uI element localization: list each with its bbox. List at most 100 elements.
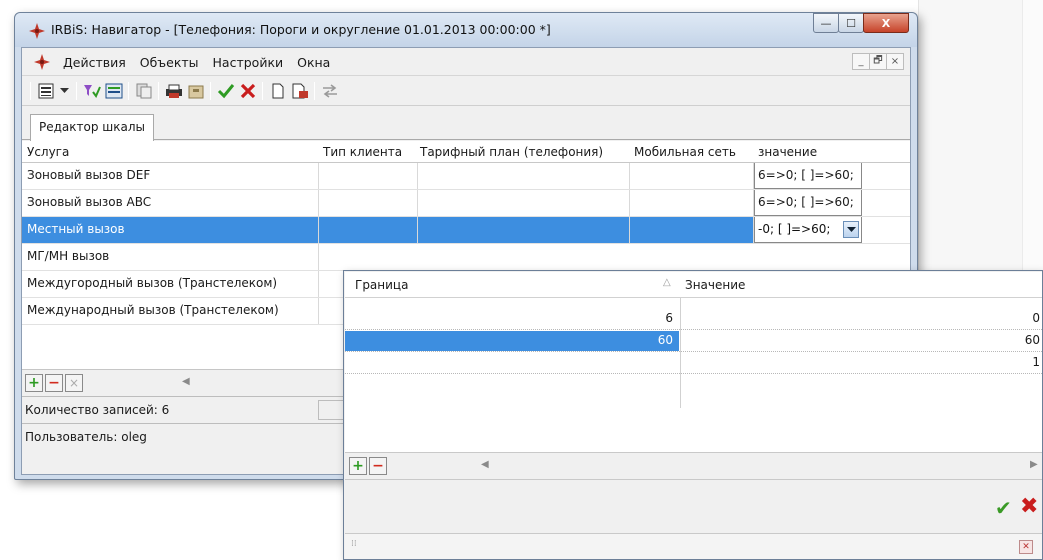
limit-cell[interactable]: 60 [345, 331, 679, 351]
clear-button[interactable]: × [65, 374, 83, 392]
close-button[interactable]: X [863, 13, 909, 33]
print-icon[interactable] [164, 81, 184, 101]
menu-settings[interactable]: Настройки [206, 55, 291, 70]
value-cell[interactable]: 0 [681, 309, 1042, 329]
column-header-value[interactable]: Значение [685, 278, 745, 292]
records-count: Количество записей: 6 [25, 403, 170, 417]
window-title: IRBiS: Навигатор - [Телефония: Пороги и … [51, 22, 551, 37]
cancel-icon[interactable]: ✖ [1020, 494, 1038, 519]
menu-actions[interactable]: Действия [56, 55, 133, 70]
copy-icon[interactable] [134, 81, 154, 101]
service-cell[interactable]: МГ/МН вызов [22, 244, 319, 270]
table-row[interactable]: 1 [345, 353, 1042, 374]
mobile-network-cell[interactable] [630, 190, 754, 216]
value-cell[interactable]: 60 [681, 331, 1042, 351]
apply-icon[interactable] [216, 81, 236, 101]
tab-scale-editor[interactable]: Редактор шкалы [30, 114, 155, 141]
swap-icon[interactable] [320, 81, 340, 101]
resize-grip-icon[interactable]: ⁞⁞ [351, 539, 357, 549]
table-row[interactable]: Зоновый вызов ABC 6=>0; [ ]=>60; [22, 190, 910, 217]
menu-logo-icon [34, 54, 50, 70]
menu-bar: Действия Объекты Настройки Окна _ 🗗 × [22, 48, 910, 76]
scroll-right-icon[interactable]: ▶ [1030, 459, 1038, 470]
table-row-selected[interactable]: Местный вызов -0; [ ]=>60; [22, 217, 910, 244]
scale-popup: Граница △ Значение 6 0 60 60 1 + − ◀ ▶ ✔… [343, 270, 1043, 560]
maximize-icon: ☐ [846, 16, 856, 30]
column-header-client-type[interactable]: Тип клиента [323, 145, 402, 159]
table-row[interactable]: Зоновый вызов DEF 6=>0; [ ]=>60; [22, 163, 910, 190]
menu-windows[interactable]: Окна [290, 55, 337, 70]
column-header-mobile-network[interactable]: Мобильная сеть [634, 145, 736, 159]
edit-document-icon[interactable] [290, 81, 310, 101]
limit-cell[interactable]: 6 [345, 309, 679, 329]
value-editor-text: -0; [ ]=>60; [758, 222, 831, 236]
service-cell[interactable]: Междугородный вызов (Транстелеком) [22, 271, 319, 297]
mobile-network-cell[interactable] [630, 217, 754, 243]
column-header-tariff-plan[interactable]: Тарифный план (телефония) [420, 145, 603, 159]
toolbar-separator [76, 82, 77, 100]
scroll-left-icon[interactable]: ◀ [182, 376, 190, 387]
ok-icon[interactable]: ✔ [995, 496, 1012, 520]
mdi-minimize-button[interactable]: _ [852, 53, 870, 70]
view-icon[interactable] [36, 81, 56, 101]
column-header-service[interactable]: Услуга [27, 145, 69, 159]
filter-icon[interactable] [82, 81, 102, 101]
toolbar-separator [314, 82, 315, 100]
column-header-limit[interactable]: Граница [355, 278, 408, 292]
table-row[interactable]: 6 0 [345, 309, 1042, 330]
archive-icon[interactable] [186, 81, 206, 101]
tariff-cell[interactable] [418, 190, 630, 216]
close-icon[interactable]: ✕ [1019, 540, 1033, 554]
remove-row-button[interactable]: − [45, 374, 63, 392]
limit-cell[interactable] [345, 353, 679, 373]
cancel-icon[interactable] [238, 81, 258, 101]
value-cell[interactable]: 1 [681, 353, 1042, 373]
remove-row-button[interactable]: − [369, 457, 387, 475]
scroll-left-icon[interactable]: ◀ [481, 459, 489, 470]
title-bar[interactable]: IRBiS: Навигатор - [Телефония: Пороги и … [15, 13, 917, 47]
value-cell[interactable]: 6=>0; [ ]=>60; [754, 190, 862, 216]
sort-ascending-icon[interactable]: △ [663, 277, 671, 288]
new-document-icon[interactable] [268, 81, 288, 101]
chevron-down-icon [846, 226, 856, 232]
service-cell[interactable]: Зоновый вызов DEF [22, 163, 319, 189]
toolbar-separator [128, 82, 129, 100]
tariff-cell[interactable] [418, 163, 630, 189]
value-cell[interactable]: 6=>0; [ ]=>60; [754, 163, 862, 189]
mdi-close-button[interactable]: × [886, 53, 904, 70]
mdi-restore-button[interactable]: 🗗 [869, 53, 887, 70]
client-type-cell[interactable] [319, 217, 418, 243]
dropdown-arrow-icon[interactable] [58, 81, 70, 101]
toolbar [22, 76, 910, 106]
service-cell[interactable]: Зоновый вызов ABC [22, 190, 319, 216]
toolbar-separator [158, 82, 159, 100]
mobile-network-cell[interactable] [630, 163, 754, 189]
value-editor[interactable]: -0; [ ]=>60; [754, 217, 862, 243]
minimize-icon: — [820, 16, 832, 30]
scale-grid-header: Граница △ Значение [345, 272, 1042, 298]
grid-header: Услуга Тип клиента Тарифный план (телефо… [22, 141, 910, 163]
maximize-button[interactable]: ☐ [838, 13, 864, 33]
table-row[interactable]: МГ/МН вызов [22, 244, 910, 271]
popup-actions: ✔ ✖ [345, 479, 1042, 531]
dropdown-button[interactable] [843, 221, 859, 238]
client-type-cell[interactable] [319, 190, 418, 216]
service-cell[interactable]: Международный вызов (Транстелеком) [22, 298, 319, 324]
client-type-cell[interactable] [319, 163, 418, 189]
tariff-cell[interactable] [418, 217, 630, 243]
add-row-button[interactable]: + [25, 374, 43, 392]
scale-grid: Граница △ Значение 6 0 60 60 1 [345, 272, 1042, 452]
toolbar-separator [210, 82, 211, 100]
toolbar-separator [262, 82, 263, 100]
service-cell[interactable]: Местный вызов [22, 217, 319, 243]
toolbar-grip [30, 82, 31, 100]
tab-strip: Редактор шкалы [22, 106, 910, 141]
table-row-selected[interactable]: 60 60 [345, 331, 1042, 352]
add-row-button[interactable]: + [349, 457, 367, 475]
table-icon[interactable] [104, 81, 124, 101]
user-name: Пользователь: oleg [25, 430, 147, 444]
menu-objects[interactable]: Объекты [133, 55, 206, 70]
minimize-button[interactable]: — [813, 13, 839, 33]
column-header-value[interactable]: значение [758, 145, 817, 159]
scale-grid-footer: + − ◀ ▶ [345, 452, 1042, 478]
